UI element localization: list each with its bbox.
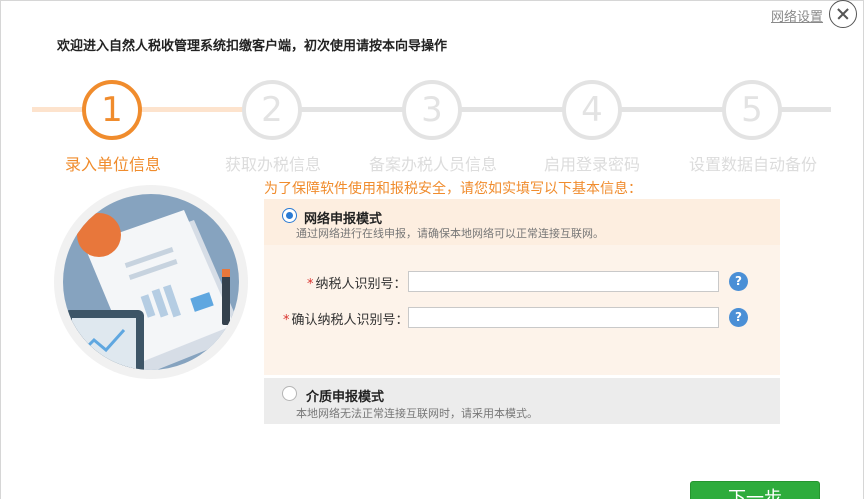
welcome-text: 欢迎进入自然人税收管理系统扣缴客户端，初次使用请按本向导操作 [57,39,448,54]
step-1-circle: 1 [82,80,142,140]
step-1-label: 录入单位信息 [65,155,162,174]
confirm-taxpayer-id-label: * 确认纳税人识别号： [283,309,409,328]
taxpayer-id-label: * 纳税人识别号： [307,273,407,292]
taxpayer-id-help-icon[interactable]: ? [729,272,748,291]
required-mark: * [283,313,290,328]
network-mode-desc: 通过网络进行在线申报，请确保本地网络可以正常连接互联网。 [296,227,604,240]
taxpayer-id-label-text: 纳税人识别号： [315,277,407,292]
orange-badge-icon [77,213,121,257]
step-4-label: 启用登录密码 [544,155,641,174]
media-mode-desc: 本地网络无法正常连接互联网时，请采用本模式。 [296,407,538,420]
media-mode-radio[interactable] [282,386,297,401]
required-mark: * [307,277,314,292]
confirm-taxpayer-id-label-text: 确认纳税人识别号： [291,313,409,328]
document-illustration [54,185,248,379]
taxpayer-id-input[interactable] [408,271,719,292]
network-mode-radio[interactable] [282,208,297,223]
step-5-label: 设置数据自动备份 [689,155,818,174]
network-settings-link[interactable]: 网络设置 [771,6,823,25]
next-step-button[interactable]: 下一步 [690,481,820,499]
pen-icon [222,275,230,325]
step-2-label: 获取办税信息 [225,155,322,174]
step-4-circle: 4 [562,80,622,140]
confirm-taxpayer-id-input[interactable] [408,307,719,328]
step-5-circle: 5 [722,80,782,140]
info-notice: 为了保障软件使用和报税安全，请您如实填写以下基本信息： [264,181,642,197]
media-mode-title: 介质申报模式 [306,390,385,405]
step-2-circle: 2 [242,80,302,140]
document-illustration-svg [63,194,239,370]
confirm-taxpayer-id-help-icon[interactable]: ? [729,308,748,327]
close-icon[interactable] [829,0,857,28]
step-3-circle: 3 [402,80,462,140]
step-3-label: 备案办税人员信息 [369,155,498,174]
